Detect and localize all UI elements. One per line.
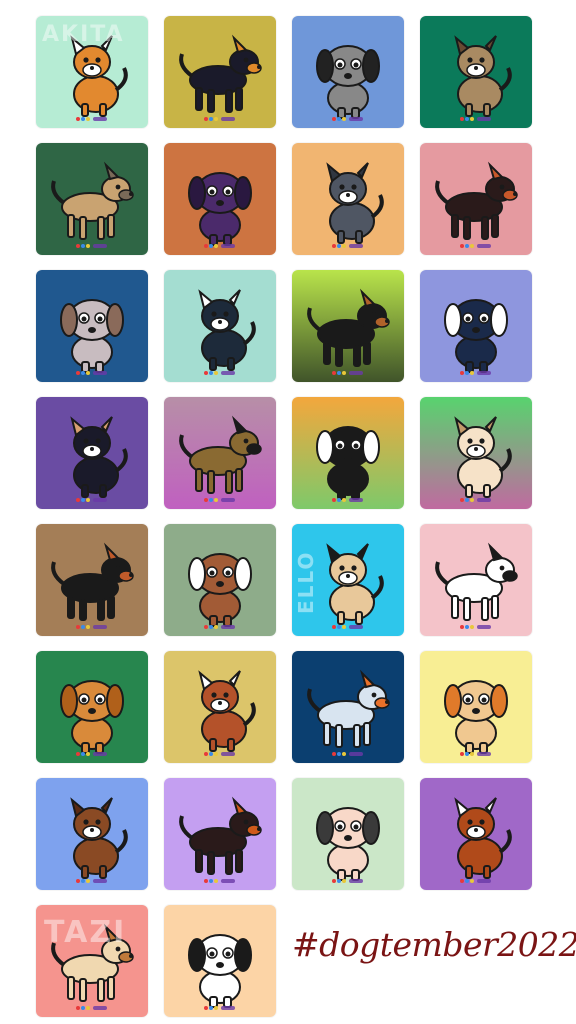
dog-illustration-tile <box>292 397 404 509</box>
dog-drawing <box>454 35 512 121</box>
dog-illustration-tile <box>420 778 532 890</box>
dog-drawing <box>51 161 134 248</box>
dog-gallery-grid: AKITA ELLO TAZI <box>36 16 536 1017</box>
dog-drawing <box>60 299 124 375</box>
dog-illustration-tile <box>36 524 148 636</box>
dog-illustration-tile <box>36 778 148 890</box>
dog-illustration-tile <box>420 651 532 763</box>
tile-watermark-label: ELLO <box>294 550 318 614</box>
dog-illustration-tile <box>164 16 276 128</box>
dog-illustration-tile <box>164 905 276 1017</box>
dog-drawing <box>326 162 384 248</box>
dog-illustration-tile <box>292 143 404 255</box>
dog-illustration-tile <box>420 143 532 255</box>
dog-illustration-tile <box>164 524 276 636</box>
dog-drawing <box>179 415 262 502</box>
dog-drawing <box>51 542 134 629</box>
dog-drawing <box>179 796 262 883</box>
dog-drawing <box>188 934 252 1010</box>
dog-drawing <box>435 542 518 629</box>
dog-drawing <box>198 289 256 375</box>
dog-drawing <box>188 553 252 629</box>
dog-illustration-tile <box>420 16 532 128</box>
dog-illustration-tile <box>36 270 148 382</box>
dog-drawing <box>307 288 390 375</box>
dog-illustration-tile <box>420 270 532 382</box>
tile-watermark-label: AKITA <box>42 22 125 47</box>
dog-illustration-tile <box>36 143 148 255</box>
dog-drawing <box>307 669 390 756</box>
dog-drawing <box>60 680 124 756</box>
dog-illustration-tile <box>164 778 276 890</box>
dog-illustration-tile <box>164 651 276 763</box>
dog-drawing <box>435 161 518 248</box>
dog-drawing <box>444 680 508 756</box>
dog-drawing <box>198 670 256 756</box>
dog-illustration-tile: AKITA <box>36 16 148 128</box>
dog-illustration-tile: TAZI <box>36 905 148 1017</box>
dog-illustration-tile <box>420 397 532 509</box>
dog-drawing <box>316 45 380 121</box>
dog-illustration-tile: ELLO <box>292 524 404 636</box>
dog-drawing <box>316 807 380 883</box>
dog-illustration-tile <box>292 16 404 128</box>
dog-drawing <box>316 426 380 502</box>
dog-illustration-tile <box>292 778 404 890</box>
dog-drawing <box>70 797 128 883</box>
dog-drawing <box>179 34 262 121</box>
dog-illustration-tile <box>420 524 532 636</box>
dog-drawing <box>444 299 508 375</box>
hashtag-caption: #dogtember2022 <box>292 925 576 964</box>
dog-illustration-tile <box>164 143 276 255</box>
dog-illustration-tile <box>292 270 404 382</box>
dog-illustration-tile <box>36 651 148 763</box>
dog-drawing <box>188 172 252 248</box>
dog-drawing <box>70 416 128 502</box>
dog-drawing <box>454 797 512 883</box>
dog-illustration-tile <box>164 397 276 509</box>
dog-illustration-tile <box>164 270 276 382</box>
dog-illustration-tile <box>292 651 404 763</box>
dog-illustration-tile <box>36 397 148 509</box>
dog-drawing <box>454 416 512 502</box>
tile-watermark-label: TAZI <box>44 915 127 950</box>
